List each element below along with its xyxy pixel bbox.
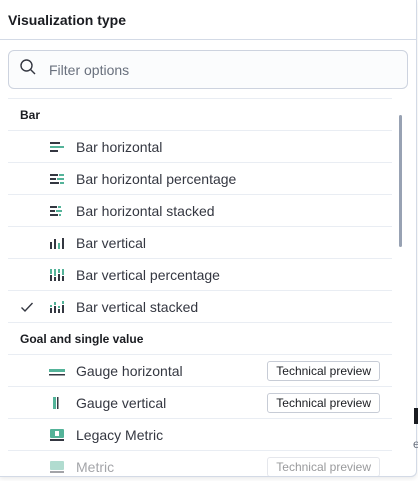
technical-preview-badge: Technical preview: [267, 456, 380, 476]
bar-horizontal-percentage-icon: [48, 172, 68, 186]
popover-title: Visualization type: [0, 0, 416, 40]
gauge-horizontal-icon: [48, 364, 68, 378]
check-icon: [21, 302, 34, 312]
option-label: Bar vertical: [76, 234, 147, 251]
option-label: Bar horizontal: [76, 138, 163, 155]
option-label: Bar vertical percentage: [76, 266, 220, 283]
list-divider: [8, 98, 392, 99]
group-title-goal-single-value: Goal and single value: [8, 323, 392, 355]
option-bar-vertical-stacked[interactable]: Bar vertical stacked: [8, 291, 392, 323]
visualization-options-list[interactable]: Bar Bar horizontal Bar horizontal percen…: [8, 98, 392, 476]
metric-icon: [48, 460, 68, 474]
background-edge-mark: [414, 408, 418, 424]
group-title-bar: Bar: [8, 99, 392, 131]
option-label: Metric: [76, 458, 115, 475]
option-bar-horizontal-percentage[interactable]: Bar horizontal percentage: [8, 163, 392, 195]
option-bar-vertical[interactable]: Bar vertical: [8, 227, 392, 259]
option-bar-horizontal[interactable]: Bar horizontal: [8, 131, 392, 163]
option-legacy-metric[interactable]: Legacy Metric: [8, 419, 392, 451]
option-label: Gauge vertical: [76, 394, 167, 411]
option-label: Bar horizontal percentage: [76, 170, 237, 187]
technical-preview-badge: Technical preview: [267, 360, 380, 381]
selected-check: [8, 300, 48, 314]
bar-horizontal-icon: [48, 140, 68, 154]
option-bar-horizontal-stacked[interactable]: Bar horizontal stacked: [8, 195, 392, 227]
option-label: Bar vertical stacked: [76, 298, 199, 315]
option-label: Gauge horizontal: [76, 362, 183, 379]
option-metric[interactable]: Metric Technical preview: [8, 451, 392, 476]
bar-vertical-percentage-icon: [48, 268, 68, 282]
visualization-type-popover: Visualization type Bar Bar horizontal Ba…: [0, 0, 417, 477]
legacy-metric-icon: [48, 428, 68, 442]
technical-preview-badge: Technical preview: [267, 392, 380, 413]
option-gauge-horizontal[interactable]: Gauge horizontal Technical preview: [8, 355, 392, 387]
option-label: Bar horizontal stacked: [76, 202, 215, 219]
option-bar-vertical-percentage[interactable]: Bar vertical percentage: [8, 259, 392, 291]
filter-options-input[interactable]: [47, 60, 371, 79]
bar-vertical-stacked-icon: [48, 300, 68, 314]
background-edge-text: e: [413, 437, 418, 451]
bar-vertical-icon: [48, 236, 68, 250]
option-gauge-vertical[interactable]: Gauge vertical Technical preview: [8, 387, 392, 419]
search-container: [0, 40, 416, 100]
list-scrollbar-thumb[interactable]: [399, 115, 402, 247]
search-icon: [19, 58, 37, 81]
filter-search-box[interactable]: [8, 50, 408, 89]
option-label: Legacy Metric: [76, 426, 164, 443]
gauge-vertical-icon: [48, 396, 68, 410]
bar-horizontal-stacked-icon: [48, 204, 68, 218]
